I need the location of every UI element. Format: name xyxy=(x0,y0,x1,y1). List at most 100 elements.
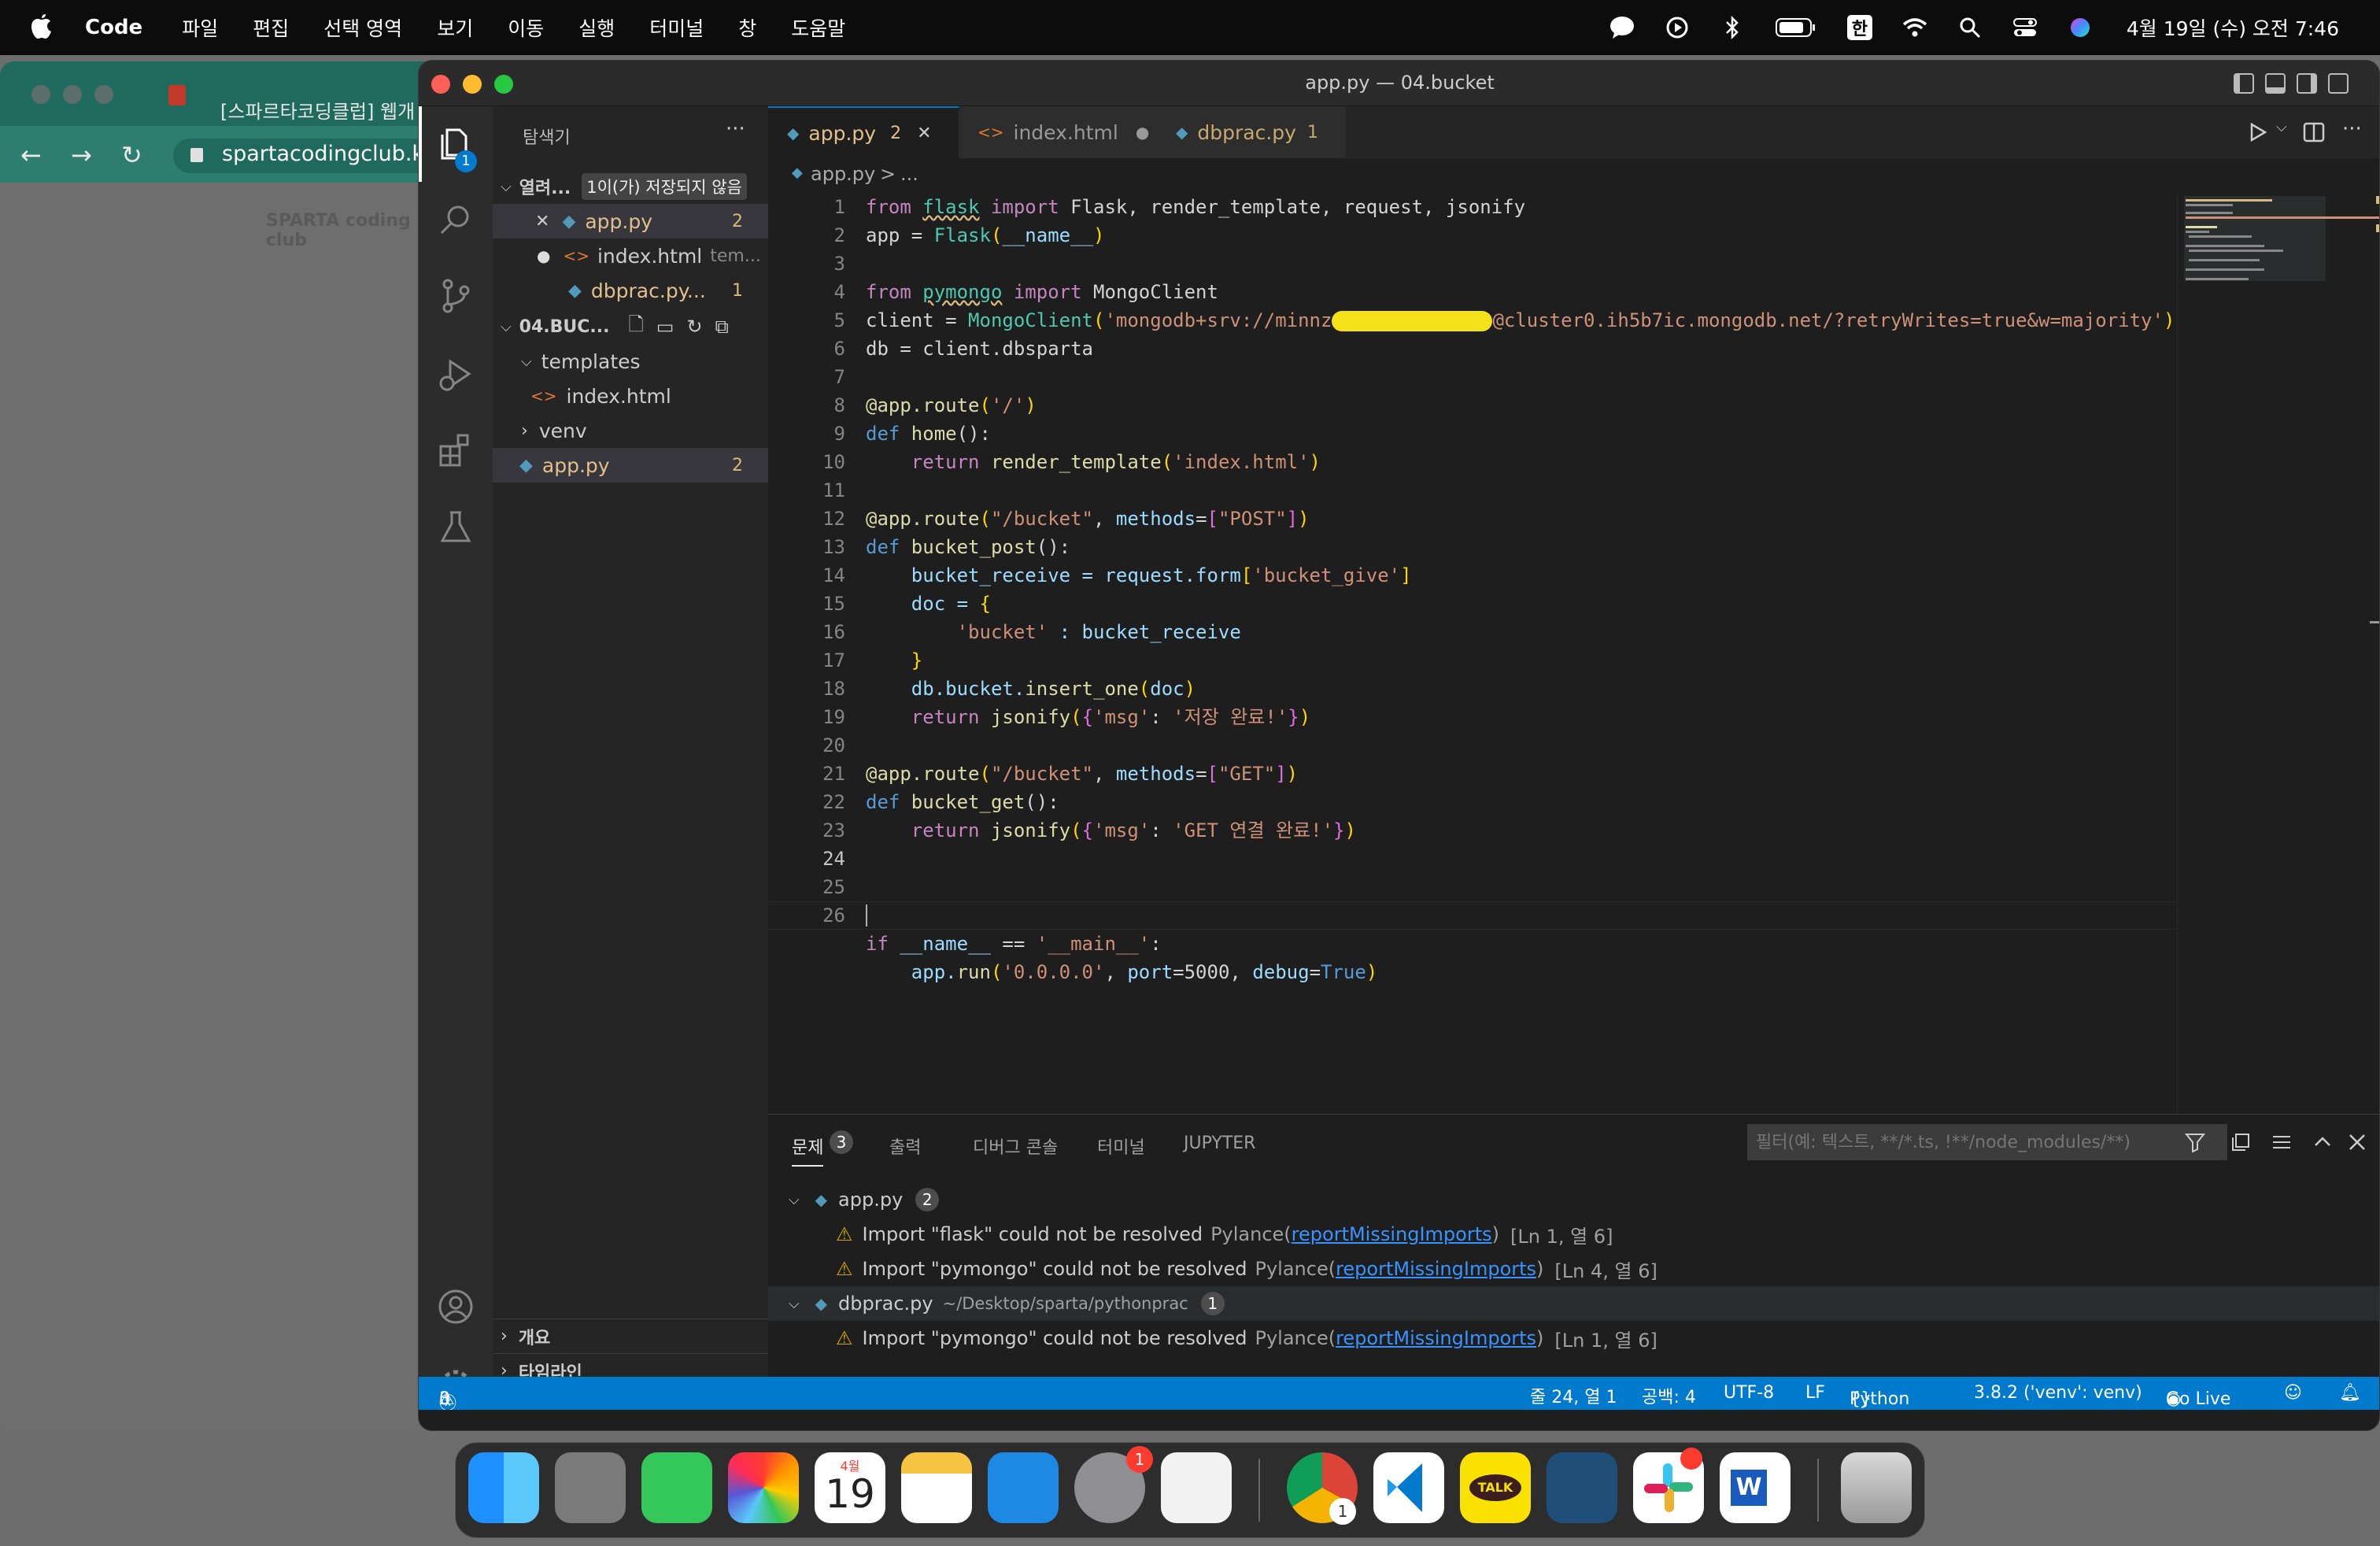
apple-icon[interactable] xyxy=(30,14,54,41)
open-editor-app-py[interactable]: ✕ ◆ app.py 2 xyxy=(493,204,768,239)
problem-group-app-py[interactable]: ⌵ ◆ app.py 2 xyxy=(768,1182,2379,1217)
tab-index-html[interactable]: <> index.html ● xyxy=(959,106,1157,158)
code-editor[interactable]: 1 2 3 4 5 6 7 8 9 10 11 12 13 14 15 16 17 18 19 20 21 22 23 24 2… xyxy=(768,193,2177,1114)
launchpad-icon[interactable] xyxy=(555,1452,626,1523)
editor-more-icon[interactable]: ··· xyxy=(2342,117,2362,141)
calendar-icon[interactable]: 4월 19 xyxy=(815,1452,885,1523)
status-indentation[interactable]: 공백: 4 xyxy=(1642,1383,1696,1408)
mysql-workbench-icon[interactable] xyxy=(1547,1452,1617,1523)
panel-tab-problems[interactable]: 문제 xyxy=(792,1134,824,1167)
notifications-bell-icon[interactable]: 🔔︎ xyxy=(2339,1383,2361,1403)
photos-icon[interactable] xyxy=(728,1452,799,1523)
toggle-secondary-sidebar-icon[interactable] xyxy=(2297,73,2317,94)
menu-go[interactable]: 이동 xyxy=(508,13,544,42)
open-editors-header[interactable]: ⌵ 열려... 1이(가) 저장되지 않음 xyxy=(493,169,768,204)
feedback-icon[interactable]: ☺ xyxy=(2284,1383,2302,1403)
notes-icon[interactable] xyxy=(901,1452,972,1523)
maximize-panel-icon[interactable] xyxy=(2312,1132,2333,1152)
close-dot[interactable] xyxy=(31,85,50,104)
minimize-dot[interactable] xyxy=(63,85,82,104)
app-store-icon[interactable] xyxy=(988,1452,1059,1523)
bluetooth-icon[interactable] xyxy=(1719,14,1746,41)
search-icon[interactable] xyxy=(1957,14,1983,41)
testing-icon[interactable] xyxy=(436,508,475,547)
menu-help[interactable]: 도움말 xyxy=(791,13,845,42)
problem-item[interactable]: ⚠ Import "pymongo" could not be resolved… xyxy=(768,1252,2379,1286)
panel-tab-jupyter[interactable]: JUPYTER xyxy=(1184,1134,1255,1153)
control-center-icon[interactable] xyxy=(2012,14,2038,41)
kakaotalk-icon[interactable]: TALK xyxy=(1460,1452,1531,1523)
menubar-clock[interactable]: 4월 19일 (수) 오전 7:46 xyxy=(2127,13,2339,42)
input-source[interactable]: 한 xyxy=(1846,14,1873,41)
status-eol[interactable]: LF xyxy=(1805,1383,1825,1403)
filter-icon[interactable] xyxy=(2185,1132,2205,1152)
split-editor-icon[interactable] xyxy=(2303,122,2325,142)
textedit-icon[interactable] xyxy=(1161,1452,1232,1523)
panel-tab-terminal[interactable]: 터미널 xyxy=(1097,1134,1145,1159)
open-editor-dbprac-py[interactable]: ◆ dbprac.py... 1 xyxy=(493,273,768,308)
word-icon[interactable]: W xyxy=(1720,1452,1791,1523)
menu-selection[interactable]: 선택 영역 xyxy=(323,13,402,42)
collapse-all-icon[interactable]: ⧉ xyxy=(715,316,729,338)
refresh-icon[interactable]: ↻ xyxy=(686,316,702,338)
panel-tab-debug-console[interactable]: 디버그 콘솔 xyxy=(973,1134,1058,1159)
back-icon[interactable]: ← xyxy=(20,140,42,170)
rule-link[interactable]: reportMissingImports xyxy=(1336,1327,1536,1349)
close-icon[interactable]: ✕ xyxy=(535,212,549,231)
status-cursor-position[interactable]: 줄 24, 열 1 xyxy=(1530,1383,1617,1408)
menu-window[interactable]: 창 xyxy=(738,13,756,42)
view-as-list-icon[interactable] xyxy=(2271,1132,2292,1152)
rule-link[interactable]: reportMissingImports xyxy=(1336,1258,1536,1280)
more-actions-icon[interactable]: ··· xyxy=(726,117,745,141)
menu-edit[interactable]: 편집 xyxy=(253,13,289,42)
collapse-all-icon[interactable] xyxy=(2230,1132,2251,1152)
extensions-icon[interactable] xyxy=(436,431,475,470)
app-menu[interactable]: Code xyxy=(85,16,142,39)
customize-layout-icon[interactable] xyxy=(2328,73,2349,94)
problem-item[interactable]: ⚠ Import "pymongo" could not be resolved… xyxy=(768,1321,2379,1356)
messages-icon[interactable] xyxy=(641,1452,712,1523)
siri-icon[interactable] xyxy=(2067,14,2094,41)
problem-group-dbprac-py[interactable]: ⌵ ◆ dbprac.py ~/Desktop/sparta/pythonpra… xyxy=(768,1286,2379,1321)
tab-close-icon[interactable]: ✕ xyxy=(917,124,931,143)
tree-file-app-py[interactable]: ◆ app.py 2 xyxy=(493,448,768,483)
problem-item[interactable]: ⚠ Import "flask" could not be resolved P… xyxy=(768,1217,2379,1252)
reload-icon[interactable]: ↻ xyxy=(121,140,142,170)
outline-section[interactable]: › 개요 xyxy=(493,1319,768,1353)
tab-app-py[interactable]: ◆ app.py 2 ✕ xyxy=(768,106,959,158)
vscode-icon[interactable] xyxy=(1373,1452,1444,1523)
menu-view[interactable]: 보기 xyxy=(437,13,473,42)
run-file-icon[interactable] xyxy=(2248,122,2268,142)
battery-icon[interactable] xyxy=(1774,14,1818,41)
source-control-icon[interactable] xyxy=(436,276,475,316)
status-encoding[interactable]: UTF-8 xyxy=(1724,1383,1774,1403)
message-icon[interactable] xyxy=(1609,14,1635,41)
close-panel-icon[interactable] xyxy=(2347,1132,2367,1152)
tree-folder-venv[interactable]: › venv xyxy=(493,413,768,448)
panel-tab-output[interactable]: 출력 xyxy=(889,1134,921,1159)
minimap[interactable] xyxy=(2177,193,2379,1114)
run-dropdown-icon[interactable]: ⌵ xyxy=(2276,119,2287,135)
tab-dbprac-py[interactable]: ◆ dbprac.py 1 xyxy=(1157,106,1346,158)
rule-link[interactable]: reportMissingImports xyxy=(1292,1223,1492,1245)
accounts-icon[interactable] xyxy=(436,1287,475,1326)
tree-file-index-html[interactable]: <> index.html xyxy=(493,379,768,413)
open-editor-index-html[interactable]: ● <> index.html tem... xyxy=(493,239,768,273)
toggle-sidebar-icon[interactable] xyxy=(2234,73,2254,94)
trash-icon[interactable] xyxy=(1841,1452,1912,1523)
tree-folder-templates[interactable]: ⌵ templates xyxy=(493,344,768,379)
new-file-icon[interactable]: 🗋 xyxy=(628,311,643,343)
problems-filter-input[interactable] xyxy=(1747,1124,2227,1160)
play-icon[interactable] xyxy=(1664,14,1691,41)
wifi-icon[interactable] xyxy=(1901,14,1928,41)
menu-run[interactable]: 실행 xyxy=(578,13,615,42)
zoom-dot[interactable] xyxy=(94,85,113,104)
menu-terminal[interactable]: 터미널 xyxy=(649,13,704,42)
search-icon[interactable] xyxy=(436,201,475,240)
status-interpreter[interactable]: 3.8.2 ('venv': venv) xyxy=(1974,1383,2142,1403)
breadcrumb-symbol[interactable]: ... xyxy=(900,163,918,185)
unsaved-dot-icon[interactable]: ● xyxy=(1136,123,1149,142)
project-header[interactable]: ⌵ 04.BUC... 🗋 ▭ ↻ ⧉ xyxy=(493,309,768,344)
url-text[interactable]: spartacodingclub.k xyxy=(222,142,424,166)
run-debug-icon[interactable] xyxy=(436,353,475,393)
